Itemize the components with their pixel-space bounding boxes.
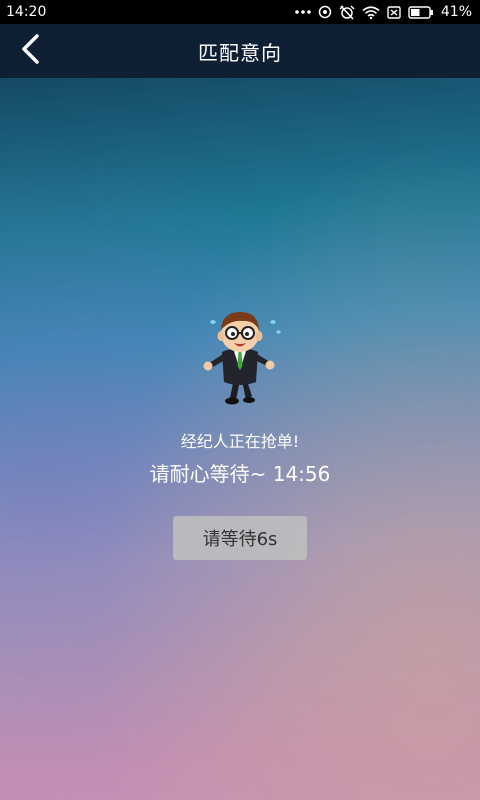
agent-mascot-image <box>196 300 286 412</box>
wait-countdown-message: 请耐心等待~ 14:56 <box>149 462 331 486</box>
battery-icon <box>408 5 434 19</box>
page-title: 匹配意向 <box>198 40 282 65</box>
no-sim-icon <box>387 5 401 19</box>
alarm-off-icon <box>339 4 355 20</box>
back-button[interactable] <box>12 34 48 68</box>
status-bar: 14:20 41% <box>0 0 480 24</box>
grabbing-order-message: 经纪人正在抢单! <box>180 432 300 451</box>
wifi-icon <box>362 5 380 19</box>
wait-button[interactable]: 请等待6s <box>173 516 307 560</box>
battery-percent: 41% <box>440 4 472 20</box>
nav-bar: 匹配意向 <box>0 24 480 78</box>
status-time: 14:20 <box>6 4 47 20</box>
more-dots-icon <box>295 9 311 15</box>
chevron-left-icon <box>19 33 41 69</box>
data-saver-icon <box>318 5 332 19</box>
status-icons: 41% <box>295 4 472 20</box>
